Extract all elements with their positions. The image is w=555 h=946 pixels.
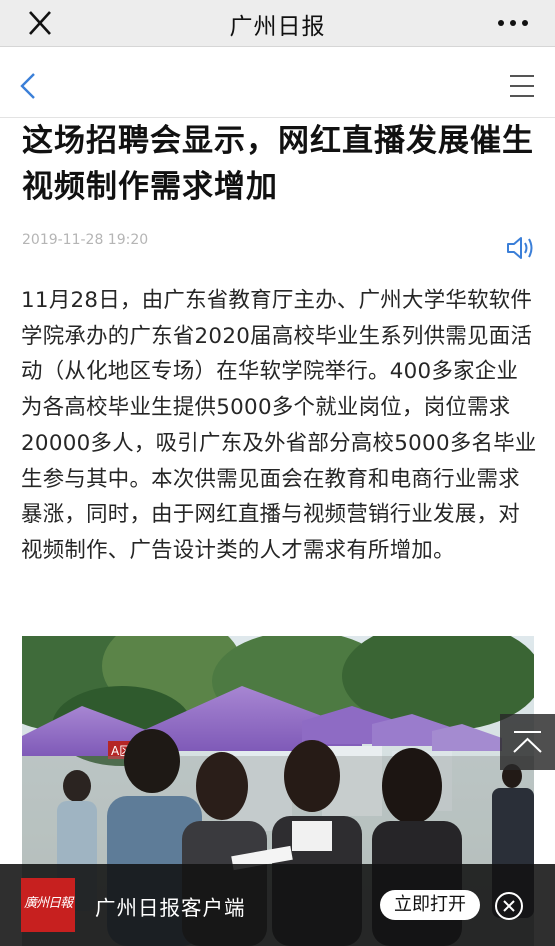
speaker-icon[interactable] [505,234,535,262]
more-dots-icon[interactable] [495,11,531,35]
arrow-up-icon [513,731,542,753]
chevron-left-icon[interactable] [16,70,42,102]
menu-icon[interactable] [507,72,537,100]
open-app-button[interactable]: 立即打开 [380,890,480,920]
article-headline: 这场招聘会显示，网红直播发展催生视频制作需求增加 [22,123,534,205]
app-name: 广州日报客户端 [95,896,246,920]
scroll-to-top-button[interactable] [500,714,555,770]
article-nav-bar [0,55,555,118]
article-date: 2019-11-28 19:20 [22,232,149,248]
app-logo: 廣州日報 [21,878,75,932]
article-body: 11月28日，由广东省教育厅主办、广州大学华软软件学院承办的广东省2020届高校… [21,288,537,563]
close-circle-icon[interactable] [494,891,524,921]
page-title: 广州日报 [229,14,326,40]
app-logo-text: 廣州日報 [24,896,73,911]
app-download-banner: 廣州日報 广州日报客户端 立即打开 [0,864,555,946]
top-bar: 广州日报 [0,0,555,47]
